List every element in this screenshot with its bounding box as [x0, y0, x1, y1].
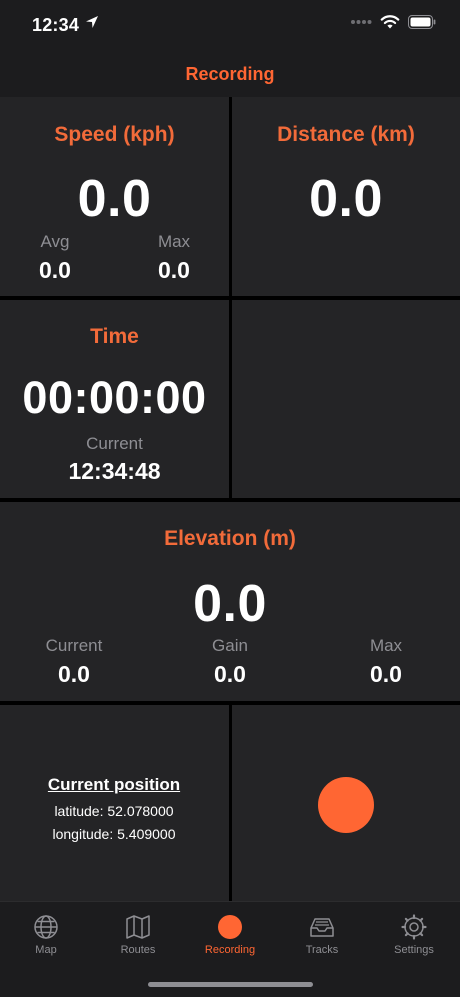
time-panel: Time 00:00:00 Current 12:34:48 [0, 300, 229, 498]
elevation-value: 0.0 [193, 575, 267, 633]
elevation-current-label: Current [45, 636, 103, 655]
navigation-bar: Recording [0, 50, 460, 97]
speed-title: Speed (kph) [54, 123, 175, 146]
tab-recording[interactable]: Recording [184, 902, 276, 962]
status-time: 12:34 [32, 15, 80, 35]
globe-icon [34, 915, 58, 939]
elevation-gain-value: 0.0 [214, 661, 246, 687]
tab-label-map: Map [35, 944, 57, 956]
map-icon [126, 915, 150, 939]
cellular-dots-icon [351, 20, 372, 24]
tab-settings[interactable]: Settings [368, 902, 460, 962]
tab-label-settings: Settings [394, 944, 434, 956]
tab-tracks[interactable]: Tracks [276, 902, 368, 962]
tab-map[interactable]: Map [0, 902, 92, 962]
latitude-text: latitude: 52.078000 [54, 803, 174, 819]
speed-avg-label: Avg [40, 232, 70, 251]
position-panel: Current position latitude: 52.078000 lon… [0, 705, 229, 901]
home-indicator [148, 982, 313, 987]
longitude-text: longitude: 5.409000 [52, 826, 176, 842]
record-button[interactable] [318, 777, 374, 833]
time-title: Time [90, 325, 139, 348]
speed-avg-value: 0.0 [39, 257, 71, 283]
elevation-current-value: 0.0 [58, 661, 90, 687]
location-arrow-icon [86, 16, 98, 28]
elevation-gain-label: Gain [212, 636, 248, 655]
distance-value: 0.0 [309, 170, 383, 228]
tab-routes[interactable]: Routes [92, 902, 184, 962]
speed-value: 0.0 [77, 170, 152, 228]
distance-panel: Distance (km) 0.0 [232, 97, 460, 296]
record-panel [232, 705, 460, 901]
speed-panel: Speed (kph) 0.0 Avg 0.0 Max 0.0 [0, 97, 229, 296]
record-dot-icon [218, 915, 242, 939]
status-indicators [350, 14, 436, 30]
speed-max-label: Max [157, 232, 191, 251]
distance-title: Distance (km) [277, 123, 415, 146]
empty-panel [232, 300, 460, 498]
time-value: 00:00:00 [22, 372, 207, 423]
tray-icon [310, 918, 334, 937]
time-current-value: 12:34:48 [68, 458, 161, 484]
battery-icon [408, 15, 436, 29]
position-title: Current position [47, 775, 181, 794]
elevation-max-value: 0.0 [370, 661, 402, 687]
speed-max-value: 0.0 [158, 257, 190, 283]
tab-label-routes: Routes [120, 944, 156, 956]
stats-grid: Speed (kph) 0.0 Avg 0.0 Max 0.0 Distance… [0, 97, 460, 901]
elevation-panel: Elevation (m) 0.0 Current 0.0 Gain 0.0 M… [0, 502, 460, 701]
status-bar: 12:34 [0, 0, 460, 50]
gear-icon [401, 914, 427, 940]
time-current-label: Current [86, 434, 143, 453]
tab-label-recording: Recording [204, 944, 256, 956]
elevation-max-label: Max [369, 636, 403, 655]
tab-label-tracks: Tracks [305, 944, 339, 956]
page-title: Recording [185, 64, 275, 84]
wifi-icon [380, 15, 400, 29]
elevation-title: Elevation (m) [164, 527, 296, 550]
